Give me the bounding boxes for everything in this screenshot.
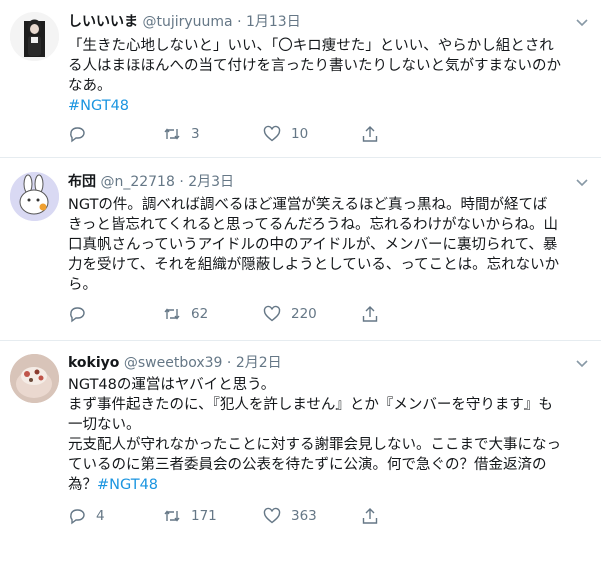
like-count: 10 <box>291 126 309 142</box>
avatar-image <box>10 12 59 61</box>
tweet-text-line: きっと皆忘れてくれると思ってるんだろうね。忘れるわけがないからね。山 <box>68 217 558 233</box>
tweet-text-line: NGT48の運営はヤバイと思う。 <box>68 377 276 393</box>
like-count: 220 <box>291 306 317 322</box>
chevron-down-icon[interactable] <box>575 356 589 370</box>
retweet-icon <box>164 308 180 320</box>
display-name[interactable]: しいいいま <box>68 14 138 30</box>
like-button[interactable]: 220 <box>263 304 317 324</box>
tweet-text: NGTの件。調べれば調べるほど運営が笑えるほど真っ黒ね。時間が経てば きっと皆忘… <box>68 195 589 295</box>
tweet-feed: しいいいま @tujiryuuma · 1月13日 「生きた心地しないと」いい、… <box>0 0 601 565</box>
like-button[interactable]: 10 <box>263 124 308 144</box>
share-icon <box>362 508 378 524</box>
like-count: 363 <box>291 508 317 524</box>
avatar[interactable] <box>10 12 59 61</box>
tweet-text-line: 元支配人が守れなかったことに対する謝罪会見しない。ここまで大事になっ <box>68 437 561 453</box>
retweet-count: 3 <box>191 126 200 142</box>
retweet-count: 62 <box>191 306 209 322</box>
tweet-text-line: ら。 <box>68 277 97 293</box>
tweet-text-line: 口真帆さんっていうアイドルの中のアイドルが、メンバーに裏切られて、暴 <box>68 237 558 253</box>
tweet-text-line: まず事件起きたのに、『犯人を許しません』とか『メンバーを守ります』も <box>68 397 553 413</box>
tweet[interactable]: 布団 @n_22718 · 2月3日 NGTの件。調べれば調べるほど運営が笑える… <box>0 158 601 341</box>
avatar-image <box>10 172 59 221</box>
separator: · <box>179 174 184 190</box>
display-name[interactable]: kokiyo <box>68 355 119 371</box>
share-button[interactable] <box>361 506 379 526</box>
tweet-header: しいいいま @tujiryuuma · 1月13日 <box>68 12 571 32</box>
retweet-icon <box>164 128 180 140</box>
user-handle[interactable]: @tujiryuuma <box>142 14 232 30</box>
hashtag-link[interactable]: #NGT48 <box>68 98 129 114</box>
user-handle[interactable]: @n_22718 <box>100 174 174 190</box>
chevron-down-icon[interactable] <box>575 175 589 189</box>
user-handle[interactable]: @sweetbox39 <box>124 355 223 371</box>
tweet-text-line: NGTの件。調べれば調べるほど運営が笑えるほど真っ黒ね。時間が経てば <box>68 197 548 213</box>
tweet-text-line: 力を受けて、それを組織が隠蔽しようとしている、ってことは。忘れないか <box>68 257 560 273</box>
share-button[interactable] <box>361 124 379 144</box>
retweet-button[interactable]: 171 <box>163 506 217 526</box>
share-button[interactable] <box>361 304 379 324</box>
avatar[interactable] <box>10 354 59 403</box>
display-name[interactable]: 布団 <box>68 174 96 190</box>
retweet-button[interactable]: 3 <box>163 124 200 144</box>
tweet-actions: 3 10 <box>68 124 589 144</box>
tweet-text-line: 「生きた心地しないと」いい、「〇キロ痩せた」といい、やらかし組とされ <box>68 38 554 54</box>
tweet[interactable]: しいいいま @tujiryuuma · 1月13日 「生きた心地しないと」いい、… <box>0 0 601 158</box>
hashtag-link[interactable]: #NGT48 <box>97 477 158 493</box>
tweet-text-line: ているのに第三者委員会の公表を待たずに公演。何で急ぐの？借金返済の <box>68 457 547 473</box>
reply-button[interactable]: 4 <box>68 506 105 526</box>
tweet-actions: 62 220 <box>68 304 589 324</box>
tweet-header: 布団 @n_22718 · 2月3日 <box>68 172 571 192</box>
tweet-date[interactable]: 2月3日 <box>188 174 234 190</box>
like-icon <box>263 125 281 142</box>
avatar-image <box>10 354 59 403</box>
share-icon <box>362 306 378 322</box>
tweet-date[interactable]: 1月13日 <box>246 14 301 30</box>
tweet-text-line: なあ。 <box>68 78 112 94</box>
separator: · <box>226 355 232 371</box>
separator: · <box>237 14 242 30</box>
reply-button[interactable] <box>68 304 96 324</box>
retweet-icon <box>164 510 180 522</box>
reply-count: 4 <box>96 508 105 524</box>
like-button[interactable]: 363 <box>263 506 317 526</box>
like-icon <box>263 507 281 524</box>
tweet-text: NGT48の運営はヤバイと思う。 まず事件起きたのに、『犯人を許しません』とか『… <box>68 375 589 495</box>
tweet-text-line: 為？ <box>68 477 97 493</box>
reply-icon <box>70 127 85 143</box>
reply-button[interactable] <box>68 124 96 144</box>
reply-icon <box>70 307 85 323</box>
tweet-text: 「生きた心地しないと」いい、「〇キロ痩せた」といい、やらかし組とされ る人はまほ… <box>68 36 589 116</box>
avatar[interactable] <box>10 172 59 221</box>
retweet-count: 171 <box>191 508 217 524</box>
tweet-header: kokiyo @sweetbox39 · 2月2日 <box>68 353 571 373</box>
reply-icon <box>70 509 85 525</box>
tweet[interactable]: kokiyo @sweetbox39 · 2月2日 NGT48の運営はヤバイと思… <box>0 341 601 565</box>
retweet-button[interactable]: 62 <box>163 304 208 324</box>
tweet-date[interactable]: 2月2日 <box>236 355 282 371</box>
tweet-actions: 4 171 363 <box>68 506 589 526</box>
like-icon <box>263 305 281 322</box>
chevron-down-icon[interactable] <box>575 15 589 29</box>
tweet-text-line: 一切ない。 <box>68 417 141 433</box>
share-icon <box>362 126 378 142</box>
tweet-text-line: る人はまほほんへの当て付けを言ったり書いたりしないと気がすまないのか <box>68 58 561 74</box>
